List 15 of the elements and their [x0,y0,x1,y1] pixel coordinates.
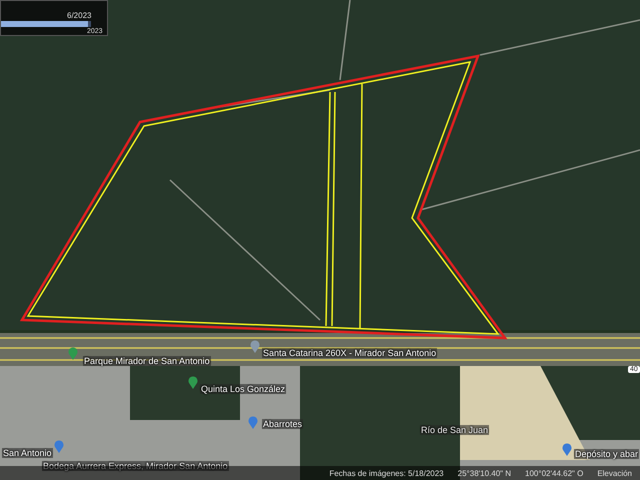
map-pin-icon[interactable] [188,376,198,389]
map-label: San Antonio [2,448,53,458]
imagery-date: Fechas de imágenes: 5/18/2023 [329,468,444,478]
map-pin-icon[interactable] [250,340,260,353]
map-pin-icon[interactable] [562,443,572,456]
latitude: 25°38'10.40" N [458,468,512,478]
slider-date: 6/2023 [67,11,92,20]
slider-fill[interactable] [1,21,88,27]
map-pin-icon[interactable] [68,347,78,360]
map-label: Santa Catarina 260X - Mirador San Antonio [262,348,438,358]
longitude: 100°02'44.62" O [525,468,584,478]
elevation: Elevación [597,468,632,478]
map-pin-icon[interactable] [54,440,64,453]
map-label: Quinta Los González [200,384,286,394]
map-pin-icon[interactable] [248,416,258,429]
